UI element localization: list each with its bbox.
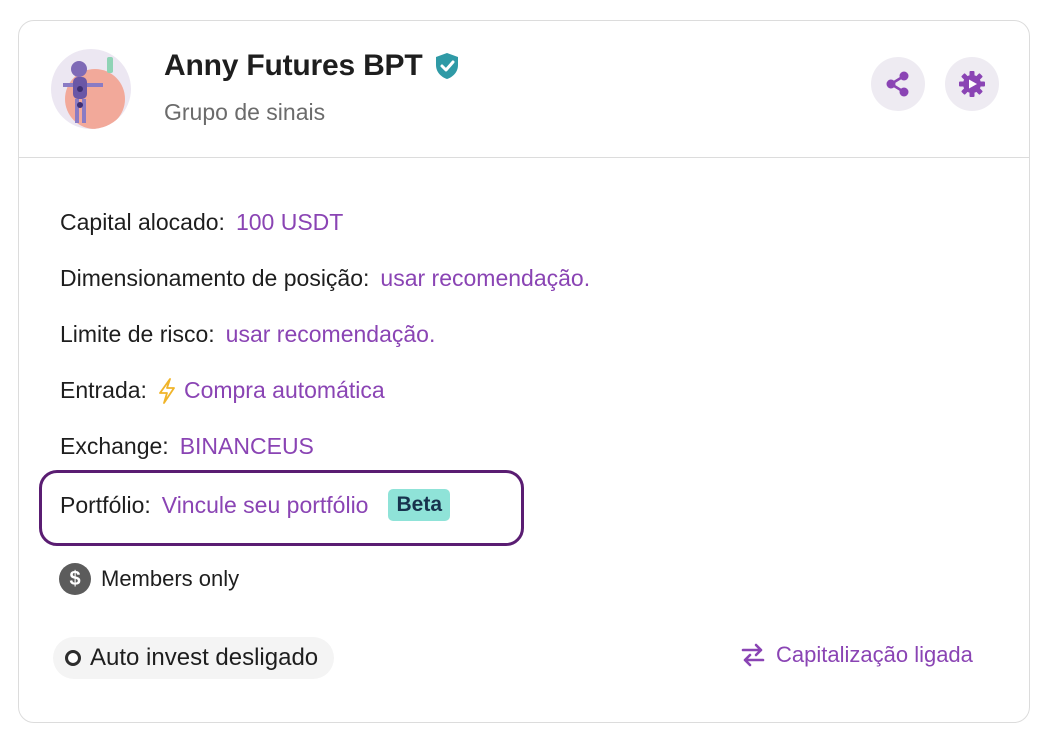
portfolio-label: Portfólio: [60, 491, 151, 518]
capital-label: Capital alocado: [60, 209, 225, 235]
capital-value-link[interactable]: 100 USDT [236, 209, 343, 236]
capital-row: Capital alocado: 100 USDT [60, 209, 343, 236]
group-title: Anny Futures BPT [164, 49, 423, 82]
capitalization-link[interactable]: Capitalização ligada [739, 641, 973, 669]
risk-limit-row: Limite de risco: usar recomendação. [60, 321, 435, 348]
lightning-bolt-icon [158, 377, 176, 404]
swap-arrows-icon [741, 643, 765, 667]
card-header: Anny Futures BPT Grupo de sinais [19, 21, 1029, 158]
risk-limit-label: Limite de risco: [60, 321, 215, 347]
auto-invest-label: Auto invest desligado [90, 644, 319, 671]
group-subtitle: Grupo de sinais [164, 99, 326, 125]
gear-icon [959, 71, 985, 97]
settings-button[interactable] [945, 57, 999, 111]
dollar-icon: $ [59, 563, 91, 595]
signal-group-card: Anny Futures BPT Grupo de sinais Capital… [18, 20, 1030, 723]
exchange-row: Exchange: BINANCEUS [60, 433, 314, 460]
members-only-text: Members only [101, 566, 240, 591]
exchange-label: Exchange: [60, 433, 169, 459]
robot-avatar-icon [63, 57, 125, 129]
share-button[interactable] [871, 57, 925, 111]
capitalization-label: Capitalização ligada [776, 642, 973, 667]
position-sizing-row: Dimensionamento de posição: usar recomen… [60, 265, 590, 292]
portfolio-link[interactable]: Vincule seu portfólio [162, 492, 369, 519]
avatar[interactable] [51, 49, 131, 129]
exchange-value-link[interactable]: BINANCEUS [180, 433, 314, 460]
risk-limit-value-link[interactable]: usar recomendação. [226, 321, 436, 348]
portfolio-row: Portfólio: Vincule seu portfólio Beta [60, 489, 451, 521]
entry-value-link[interactable]: Compra automática [184, 377, 385, 404]
share-icon [886, 71, 909, 97]
position-sizing-label: Dimensionamento de posição: [60, 265, 370, 291]
auto-invest-toggle[interactable]: Auto invest desligado [53, 637, 335, 679]
members-only-indicator: $ Members only [59, 563, 239, 595]
status-off-icon [65, 650, 81, 666]
verified-shield-icon [432, 51, 462, 81]
beta-badge: Beta [388, 489, 451, 521]
entry-row: Entrada: Compra automática [60, 377, 385, 404]
position-sizing-value-link[interactable]: usar recomendação. [380, 265, 590, 292]
title-row: Anny Futures BPT [164, 49, 462, 83]
entry-label: Entrada: [60, 377, 147, 403]
